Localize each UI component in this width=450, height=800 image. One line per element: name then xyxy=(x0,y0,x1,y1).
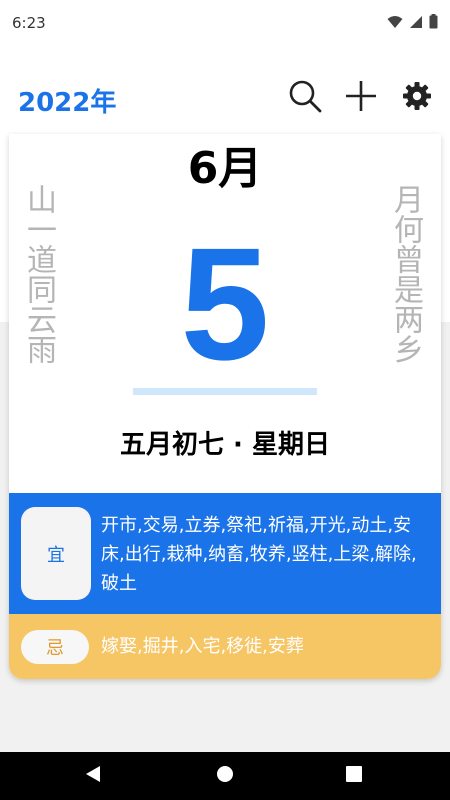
yi-section: 宜 开市,交易,立券,祭祀,祈福,开光,动土,安床,出行,栽种,纳畜,牧养,竖柱… xyxy=(9,493,441,614)
yi-items: 开市,交易,立券,祭祀,祈福,开光,动土,安床,出行,栽种,纳畜,牧养,竖柱,上… xyxy=(101,515,417,594)
app-bar: 2022年 xyxy=(0,48,450,148)
status-bar: 6:23 xyxy=(0,0,450,48)
ji-badge: 忌 xyxy=(21,630,89,664)
signal-icon xyxy=(409,14,423,33)
ji-section: 忌 嫁娶,掘井,入宅,移徙,安葬 xyxy=(9,614,441,679)
day-number: 5 xyxy=(180,214,270,393)
home-icon xyxy=(216,765,234,787)
add-icon xyxy=(344,79,378,117)
home-button[interactable] xyxy=(211,762,239,790)
search-button[interactable] xyxy=(285,78,325,118)
back-icon xyxy=(85,765,103,787)
calendar-card[interactable]: 山一道同云雨 月何曾是两乡 6月 5 五月初七 · 星期日 宜 开市,交易,立券… xyxy=(9,134,441,679)
navigation-bar xyxy=(0,752,450,800)
day-underline xyxy=(133,388,317,395)
month-label: 6月 xyxy=(187,143,263,194)
status-icons xyxy=(387,14,438,33)
lunar-weekday: 五月初七 · 星期日 xyxy=(120,430,330,460)
add-button[interactable] xyxy=(341,78,381,118)
ji-items: 嫁娶,掘井,入宅,移徙,安葬 xyxy=(101,636,304,657)
year-title[interactable]: 2022年 xyxy=(18,82,116,119)
back-button[interactable] xyxy=(80,762,108,790)
status-time: 6:23 xyxy=(12,14,46,32)
wifi-icon xyxy=(387,14,403,33)
yi-badge: 宜 xyxy=(21,507,91,600)
gear-icon xyxy=(402,81,432,115)
settings-button[interactable] xyxy=(397,78,437,118)
battery-icon xyxy=(429,14,438,33)
recents-icon xyxy=(346,766,362,786)
recents-button[interactable] xyxy=(340,762,368,790)
search-icon xyxy=(288,79,322,117)
